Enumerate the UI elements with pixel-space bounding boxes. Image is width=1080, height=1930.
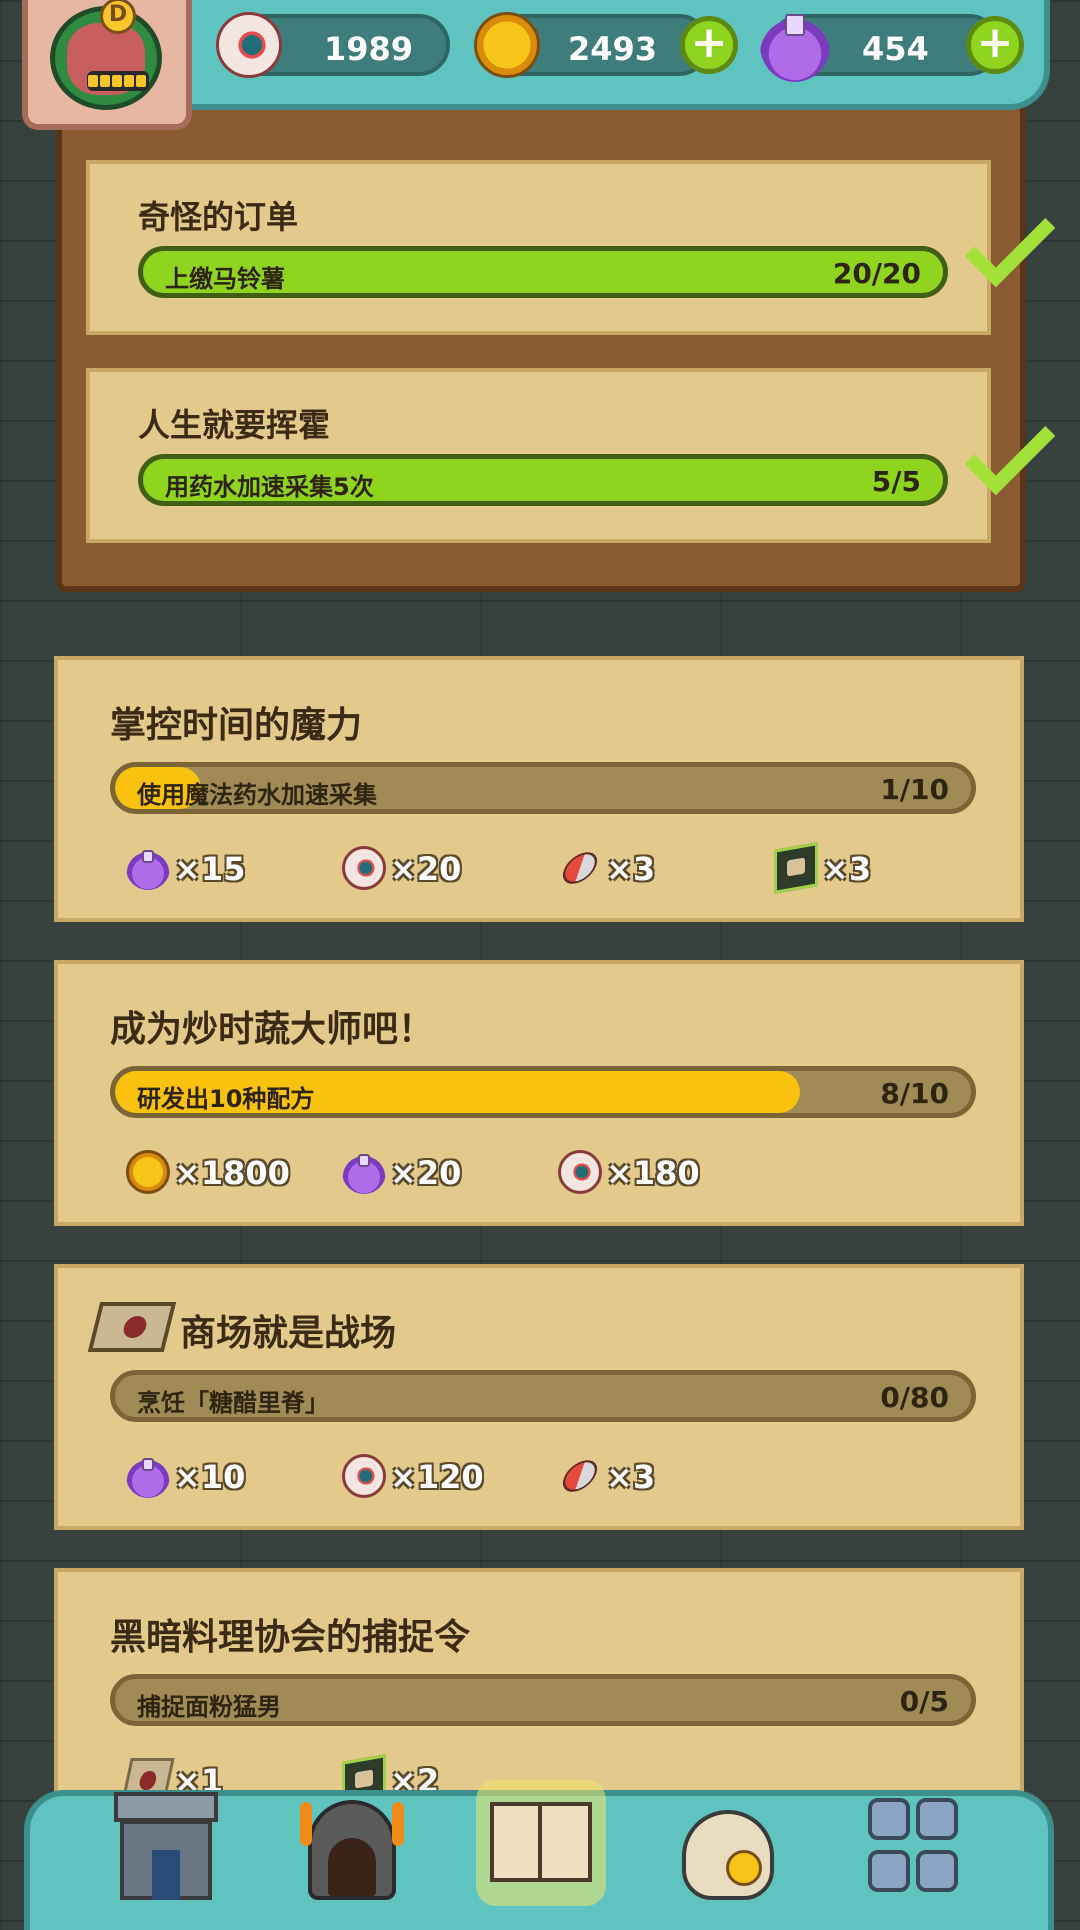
potion-icon — [126, 846, 170, 890]
progress-bar: 用药水加速采集5次 5/5 — [138, 454, 948, 506]
shop-building-icon — [114, 1792, 218, 1822]
potion-icon — [342, 1150, 386, 1194]
potion-icon — [760, 8, 830, 82]
reward-amount: ×3 — [606, 850, 656, 888]
quest-card-completed-2[interactable]: 人生就要挥霍 用药水加速采集5次 5/5 — [86, 368, 991, 543]
reward-amount: ×20 — [390, 850, 462, 888]
eye-icon — [558, 1150, 602, 1194]
grid-cell — [916, 1850, 958, 1892]
coin-icon — [474, 12, 540, 78]
task-label: 使用魔法药水加速采集 — [137, 781, 377, 809]
reward-amount: ×15 — [174, 850, 246, 888]
progress-bar: 使用魔法药水加速采集 1/10 — [110, 762, 976, 814]
reward-amount: ×3 — [822, 850, 872, 888]
eye-icon — [342, 846, 386, 890]
progress-count: 1/10 — [880, 773, 949, 806]
cave-entrance — [328, 1838, 376, 1896]
progress-bar: 烹饪「糖醋里脊」 0/80 — [110, 1370, 976, 1422]
chip-icon — [774, 842, 818, 894]
coin-icon — [726, 1850, 762, 1886]
player-avatar[interactable]: D — [22, 0, 192, 130]
monster-face-icon — [67, 23, 149, 95]
pill-icon — [557, 846, 603, 890]
add-potions-button[interactable]: + — [966, 16, 1024, 74]
coin-icon — [126, 1150, 170, 1194]
reward-amount: ×3 — [606, 1458, 656, 1496]
nav-quest-book-button[interactable] — [476, 1780, 606, 1910]
torch-icon — [300, 1802, 312, 1846]
coins-value: 2493 — [568, 30, 658, 68]
reward-item: ×1800 — [126, 1150, 316, 1198]
task-label: 捕捉面粉猛男 — [137, 1693, 281, 1721]
eyes-value: 1989 — [324, 30, 414, 68]
map-icon — [87, 1302, 177, 1352]
task-label: 研发出10种配方 — [137, 1085, 315, 1113]
book-right-page — [538, 1802, 592, 1882]
reward-amount: ×1800 — [174, 1154, 290, 1192]
teeth-icon — [87, 71, 149, 91]
grid-cell — [868, 1850, 910, 1892]
reward-item: ×180 — [558, 1150, 718, 1198]
progress-count: 5/5 — [871, 465, 921, 498]
nav-grid-menu-button[interactable] — [856, 1780, 976, 1910]
reward-item: ×3 — [774, 842, 934, 894]
reward-item: ×20 — [342, 1150, 502, 1198]
progress-bar: 上缴马铃薯 20/20 — [138, 246, 948, 298]
loot-bag-icon — [682, 1810, 774, 1900]
quest-card-1[interactable]: 掌控时间的魔力 使用魔法药水加速采集 1/10 ×15 ×20 ×3 ×3 — [54, 656, 1024, 922]
quest-title: 商场就是战场 — [180, 1313, 397, 1354]
reward-item: ×3 — [557, 846, 718, 894]
reward-amount: ×180 — [606, 1154, 700, 1192]
progress-count: 0/5 — [899, 1685, 949, 1718]
reward-amount: ×20 — [390, 1154, 462, 1192]
task-label: 烹饪「糖醋里脊」 — [137, 1389, 329, 1417]
quest-title: 人生就要挥霍 — [138, 406, 331, 444]
reward-item: ×20 — [342, 846, 502, 894]
reward-item: ×10 — [126, 1454, 286, 1502]
task-label: 用药水加速采集5次 — [165, 473, 374, 501]
quest-card-2[interactable]: 成为炒时蔬大师吧！ 研发出10种配方 8/10 ×1800 ×20 ×180 — [54, 960, 1024, 1226]
nav-shop-button[interactable] — [106, 1780, 226, 1910]
torch-icon — [392, 1802, 404, 1846]
add-coins-button[interactable]: + — [680, 16, 738, 74]
progress-count: 0/80 — [880, 1381, 949, 1414]
pill-icon — [557, 1454, 603, 1498]
progress-bar: 研发出10种配方 8/10 — [110, 1066, 976, 1118]
reward-amount: ×120 — [390, 1458, 484, 1496]
eye-icon — [216, 12, 282, 78]
potion-icon — [126, 1454, 170, 1498]
reward-item: ×3 — [557, 1454, 718, 1502]
reward-item: ×120 — [342, 1454, 502, 1502]
potions-value: 454 — [862, 30, 929, 68]
shop-door — [152, 1850, 180, 1900]
progress-bar: 捕捉面粉猛男 0/5 — [110, 1674, 976, 1726]
reward-amount: ×10 — [174, 1458, 246, 1496]
quest-title: 掌控时间的魔力 — [110, 705, 363, 746]
quest-title: 奇怪的订单 — [138, 198, 299, 236]
quest-book-icon — [490, 1802, 544, 1882]
progress-count: 8/10 — [880, 1077, 949, 1110]
grid-cell — [916, 1798, 958, 1840]
grid-menu-icon — [868, 1798, 910, 1840]
nav-loot-bag-button[interactable] — [668, 1780, 788, 1910]
quest-card-3[interactable]: 商场就是战场 烹饪「糖醋里脊」 0/80 ×10 ×120 ×3 — [54, 1264, 1024, 1530]
quest-title: 黑暗料理协会的捕捉令 — [110, 1617, 471, 1658]
task-label: 上缴马铃薯 — [165, 265, 285, 293]
quest-title: 成为炒时蔬大师吧！ — [110, 1009, 435, 1050]
quest-card-completed-1[interactable]: 奇怪的订单 上缴马铃薯 20/20 — [86, 160, 991, 335]
progress-count: 20/20 — [832, 257, 921, 290]
eye-icon — [342, 1454, 386, 1498]
nav-cave-button[interactable] — [292, 1780, 412, 1910]
reward-item: ×15 — [126, 846, 286, 894]
